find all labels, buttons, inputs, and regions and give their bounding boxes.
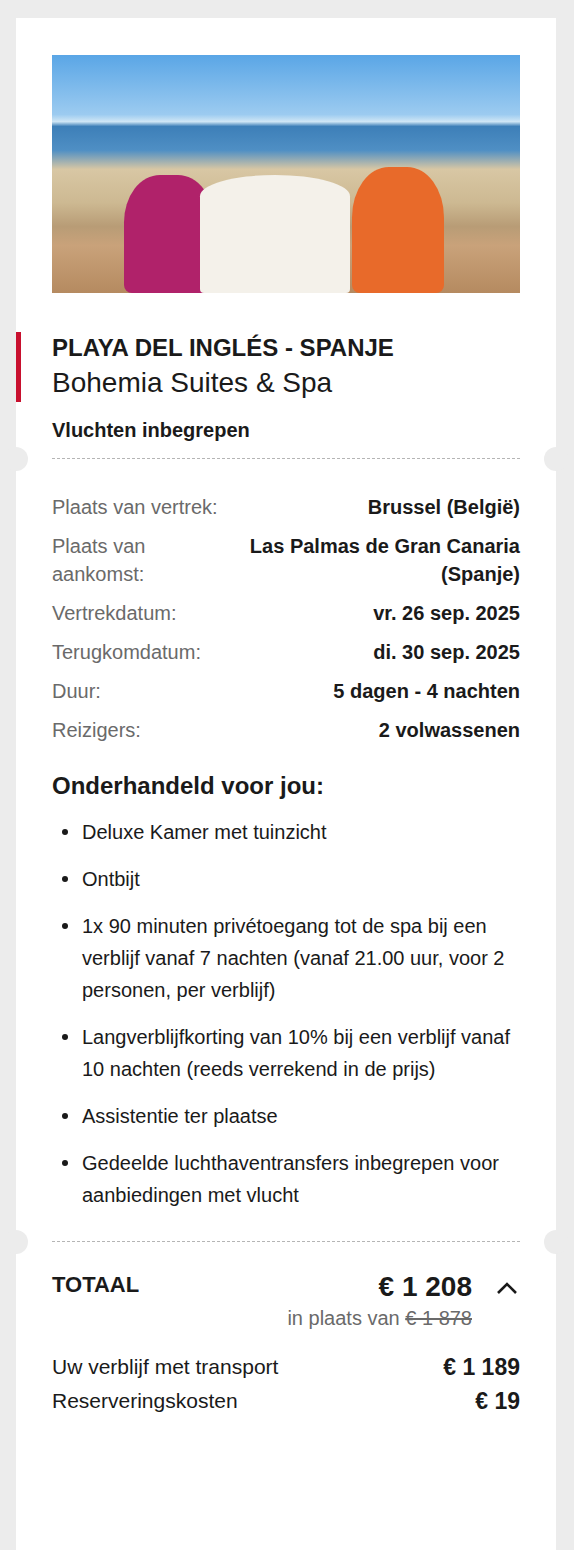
hotel-header: PLAYA DEL INGLÉS - SPANJEBohemia Suites … bbox=[16, 332, 520, 402]
perk-item: Assistentie ter plaatse bbox=[52, 1100, 520, 1132]
perk-item: 1x 90 minuten privétoegang tot de spa bi… bbox=[52, 910, 520, 1006]
notch bbox=[4, 447, 28, 471]
table-shape bbox=[200, 175, 350, 293]
hotel-photo bbox=[52, 55, 520, 293]
bullet-icon bbox=[62, 1113, 68, 1119]
perk-text: Gedeelde luchthaventransfers inbegrepen … bbox=[82, 1147, 520, 1211]
price-line-label: Uw verblijf met transport bbox=[52, 1350, 278, 1384]
notch bbox=[4, 1230, 28, 1254]
trip-details: Plaats van vertrek:Brussel (België)Plaat… bbox=[52, 493, 520, 744]
flights-note: Vluchten inbegrepen bbox=[52, 416, 520, 444]
detail-value: 2 volwassenen bbox=[242, 716, 520, 744]
perk-item: Ontbijt bbox=[52, 863, 520, 895]
offer-card: PLAYA DEL INGLÉS - SPANJEBohemia Suites … bbox=[16, 18, 556, 1550]
original-price: in plaats van € 1 878 bbox=[287, 1304, 472, 1332]
price-line: Reserveringskosten € 19 bbox=[52, 1384, 520, 1418]
perk-item: Deluxe Kamer met tuinzicht bbox=[52, 816, 520, 848]
bullet-icon bbox=[62, 1160, 68, 1166]
total-row: TOTAAL€ 1 208in plaats van € 1 878 bbox=[52, 1270, 520, 1332]
detail-value: Brussel (België) bbox=[242, 493, 520, 521]
hotel-name[interactable]: Bohemia Suites & Spa bbox=[52, 364, 520, 402]
perk-text: 1x 90 minuten privétoegang tot de spa bi… bbox=[82, 910, 520, 1006]
perk-text: Langverblijfkorting van 10% bij een verb… bbox=[82, 1021, 520, 1085]
price-line: Uw verblijf met transport € 1 189 bbox=[52, 1350, 520, 1384]
detail-label: Plaats van aankomst: bbox=[52, 532, 242, 588]
detail-value: Las Palmas de Gran Canaria (Spanje) bbox=[242, 532, 520, 588]
price-line-value: € 19 bbox=[475, 1384, 520, 1418]
detail-value: vr. 26 sep. 2025 bbox=[242, 599, 520, 627]
original-price-value: € 1 878 bbox=[405, 1307, 472, 1329]
hotel-location: PLAYA DEL INGLÉS - SPANJE bbox=[52, 332, 520, 364]
perk-item: Langverblijfkorting van 10% bij een verb… bbox=[52, 1021, 520, 1085]
dashed-separator bbox=[52, 458, 520, 459]
detail-label: Vertrekdatum: bbox=[52, 599, 242, 627]
detail-value: di. 30 sep. 2025 bbox=[242, 638, 520, 666]
perk-item: Gedeelde luchthaventransfers inbegrepen … bbox=[52, 1147, 520, 1211]
price-breakdown: Uw verblijf met transport€ 1 189Reserver… bbox=[52, 1350, 520, 1418]
price-line-label: Reserveringskosten bbox=[52, 1384, 238, 1418]
detail-label: Duur: bbox=[52, 677, 242, 705]
chevron-icon[interactable] bbox=[494, 1276, 520, 1302]
bullet-icon bbox=[62, 876, 68, 882]
total-label: TOTAAL bbox=[52, 1270, 139, 1300]
bullet-icon bbox=[62, 1034, 68, 1040]
perks-title: Onderhandeld voor jou: bbox=[52, 770, 520, 802]
perks-list: Deluxe Kamer met tuinzicht Ontbijt 1x 90 m… bbox=[52, 816, 520, 1211]
bullet-icon bbox=[62, 829, 68, 835]
total-right: € 1 208in plaats van € 1 878 bbox=[287, 1270, 520, 1332]
original-price-prefix: in plaats van bbox=[287, 1307, 399, 1329]
price-line-value: € 1 189 bbox=[443, 1350, 520, 1384]
perk-text: Assistentie ter plaatse bbox=[82, 1100, 278, 1132]
detail-value: 5 dagen - 4 nachten bbox=[242, 677, 520, 705]
perk-text: Deluxe Kamer met tuinzicht bbox=[82, 816, 327, 848]
notch bbox=[544, 447, 568, 471]
bullet-icon bbox=[62, 923, 68, 929]
total-price-block: € 1 208in plaats van € 1 878 bbox=[287, 1270, 472, 1332]
total-price: € 1 208 bbox=[287, 1270, 472, 1304]
perk-text: Ontbijt bbox=[82, 863, 140, 895]
detail-label: Plaats van vertrek: bbox=[52, 493, 242, 521]
detail-label: Terugkomdatum: bbox=[52, 638, 242, 666]
dashed-separator bbox=[52, 1241, 520, 1242]
detail-label: Reizigers: bbox=[52, 716, 242, 744]
notch bbox=[544, 1230, 568, 1254]
chair-shape bbox=[352, 167, 444, 293]
